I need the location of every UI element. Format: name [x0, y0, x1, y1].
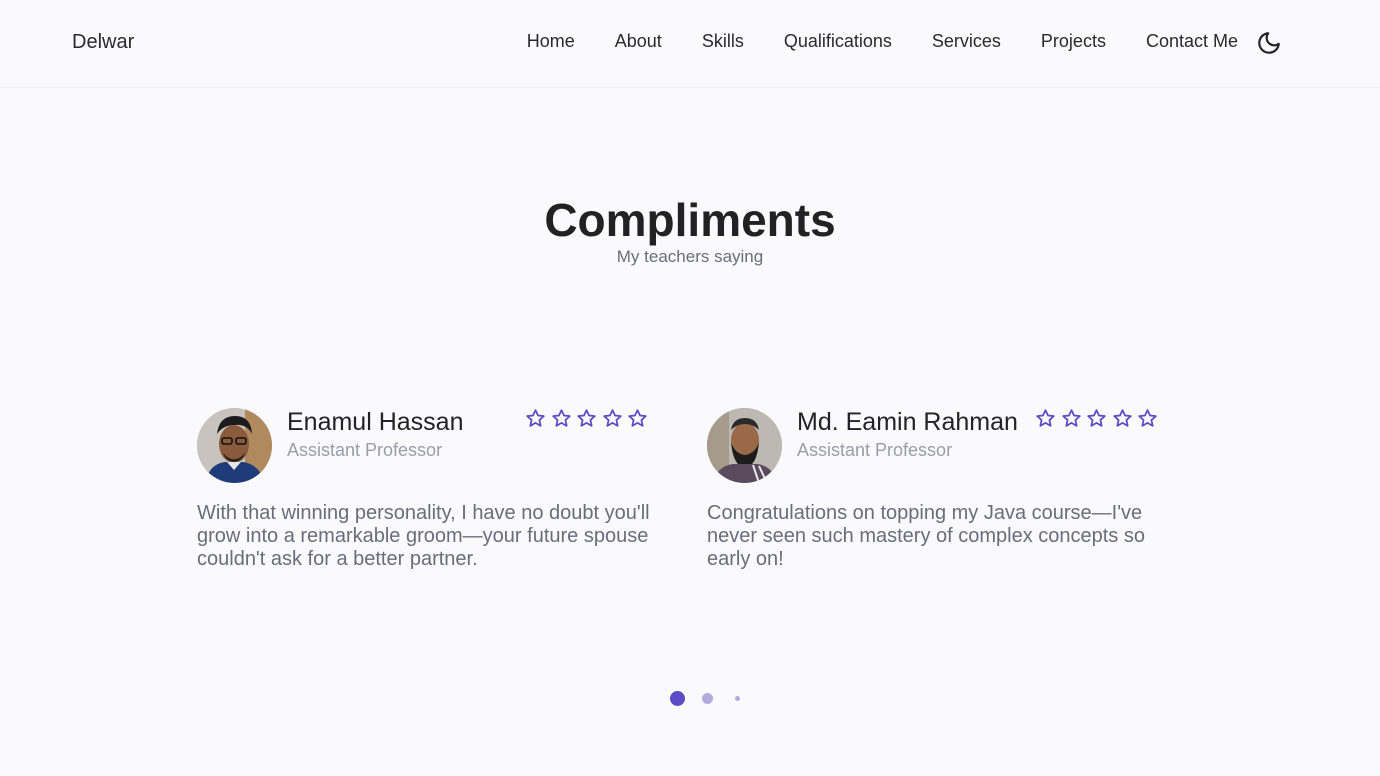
star-icon — [1061, 408, 1082, 429]
testimonial-name: Enamul Hassan — [287, 408, 464, 436]
rating-stars — [525, 408, 653, 429]
star-icon — [602, 408, 623, 429]
avatar — [197, 408, 272, 483]
nav-link-projects[interactable]: Projects — [1041, 31, 1106, 52]
star-icon — [1137, 408, 1158, 429]
star-icon — [1035, 408, 1056, 429]
pagination-dot[interactable] — [735, 696, 740, 701]
pagination-dot[interactable] — [702, 693, 713, 704]
nav-link-skills[interactable]: Skills — [702, 31, 744, 52]
rating-stars — [1035, 408, 1163, 429]
nav-link-contact[interactable]: Contact Me — [1146, 31, 1238, 52]
site-header: Delwar Home About Skills Qualifications … — [0, 0, 1380, 88]
testimonial-quote: With that winning personality, I have no… — [197, 502, 650, 570]
star-icon — [525, 408, 546, 429]
star-icon — [551, 408, 572, 429]
pagination-dot-active[interactable] — [670, 691, 685, 706]
star-icon — [576, 408, 597, 429]
nav-link-services[interactable]: Services — [932, 31, 1001, 52]
moon-icon[interactable] — [1256, 30, 1282, 56]
star-icon — [1112, 408, 1133, 429]
section-title: Compliments — [544, 194, 836, 246]
nav-link-qualifications[interactable]: Qualifications — [784, 31, 892, 52]
nav-link-home[interactable]: Home — [527, 31, 575, 52]
star-icon — [1086, 408, 1107, 429]
star-icon — [627, 408, 648, 429]
testimonial-name: Md. Eamin Rahman — [797, 408, 1018, 436]
nav-link-about[interactable]: About — [615, 31, 662, 52]
carousel-pagination — [0, 690, 1380, 706]
avatar — [707, 408, 782, 483]
main-nav: Home About Skills Qualifications Service… — [527, 31, 1238, 52]
testimonial-quote: Congratulations on topping my Java cours… — [707, 502, 1145, 570]
testimonial-role: Assistant Professor — [287, 440, 443, 460]
site-logo[interactable]: Delwar — [72, 31, 134, 54]
testimonial-role: Assistant Professor — [797, 440, 953, 460]
section-subtitle: My teachers saying — [616, 247, 764, 266]
